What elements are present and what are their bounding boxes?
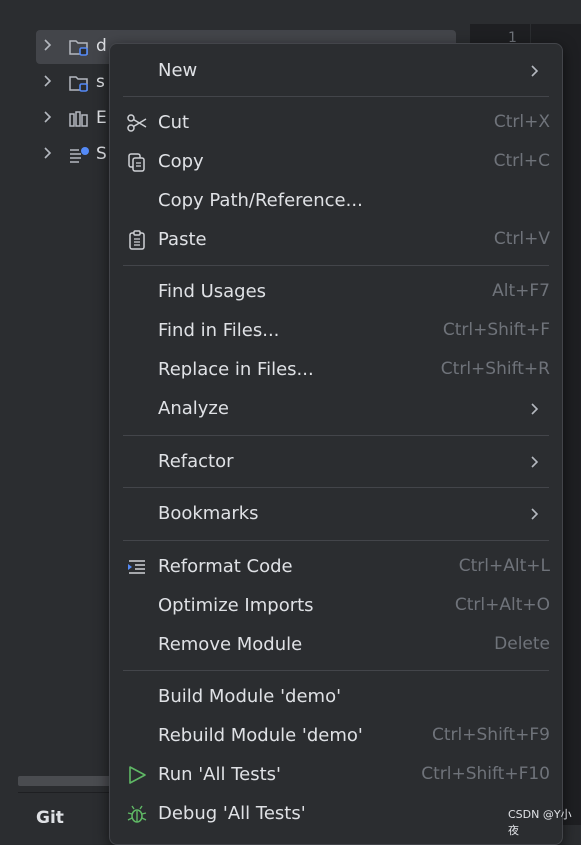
menu-separator: [123, 487, 549, 488]
menu-item-label: Cut: [158, 112, 190, 133]
menu-item-label: New: [158, 60, 198, 81]
menu-item-label: Debug 'All Tests': [158, 803, 306, 824]
menu-item-run-tests[interactable]: Run 'All Tests' Ctrl+Shift+F10: [110, 756, 562, 794]
menu-shortcut: Ctrl+X: [493, 112, 550, 132]
menu-shortcut: Delete: [494, 634, 550, 654]
menu-item-refactor[interactable]: Refactor: [110, 443, 562, 481]
left-tool-strip: [0, 0, 19, 825]
menu-separator: [123, 435, 549, 436]
chevron-right-icon: [531, 65, 539, 77]
bug-icon: [127, 805, 147, 823]
menu-separator: [123, 96, 549, 97]
menu-item-label: Paste: [158, 229, 207, 250]
menu-item-label: Refactor: [158, 451, 234, 472]
chevron-right-icon[interactable]: [41, 110, 55, 124]
menu-item-optimize-imports[interactable]: Optimize Imports Ctrl+Alt+O: [110, 587, 562, 625]
menu-item-find-usages[interactable]: Find Usages Alt+F7: [110, 273, 562, 311]
chevron-right-icon[interactable]: [41, 38, 55, 52]
menu-shortcut: Ctrl+Shift+F9: [432, 725, 550, 745]
tree-item-label: S: [96, 144, 107, 164]
menu-separator: [123, 670, 549, 671]
menu-item-build-module[interactable]: Build Module 'demo': [110, 678, 562, 716]
git-tab[interactable]: Git: [36, 808, 64, 828]
tree-item-label: d: [96, 36, 107, 56]
menu-item-label: Analyze: [158, 398, 229, 419]
menu-item-label: Reformat Code: [158, 556, 293, 577]
menu-shortcut: Ctrl+Alt+O: [454, 595, 550, 615]
menu-shortcut: Ctrl+Shift+F10: [421, 764, 550, 784]
reformat-icon: [128, 560, 145, 574]
module-folder-icon: [69, 40, 88, 56]
menu-item-label: Find Usages: [158, 281, 267, 302]
menu-item-label: Bookmarks: [158, 503, 259, 524]
menu-separator: [123, 540, 549, 541]
menu-item-label: Build Module 'demo': [158, 686, 342, 707]
chevron-right-icon[interactable]: [41, 146, 55, 160]
chevron-right-icon: [531, 456, 539, 468]
menu-item-copy[interactable]: Copy Ctrl+C: [110, 143, 562, 181]
menu-item-label: Remove Module: [158, 634, 303, 655]
copy-icon: [128, 153, 145, 172]
menu-separator: [123, 265, 549, 266]
clipboard-icon: [129, 230, 145, 250]
menu-item-label: Copy Path/Reference...: [158, 190, 363, 211]
menu-shortcut: Ctrl+Shift+R: [440, 359, 550, 379]
menu-item-reformat-code[interactable]: Reformat Code Ctrl+Alt+L: [110, 548, 562, 586]
menu-shortcut: Ctrl+C: [493, 151, 550, 171]
menu-item-label: Replace in Files...: [158, 359, 314, 380]
menu-item-find-in-files[interactable]: Find in Files... Ctrl+Shift+F: [110, 312, 562, 350]
menu-shortcut: Ctrl+V: [493, 229, 550, 249]
chevron-right-icon: [531, 508, 539, 520]
context-menu: New Cut Ctrl+X Copy Ctrl+C Copy Path/Ref…: [109, 43, 563, 845]
menu-item-copy-path[interactable]: Copy Path/Reference...: [110, 182, 562, 220]
menu-shortcut: Alt+F7: [492, 281, 550, 301]
watermark: CSDN @Y小夜: [508, 808, 572, 837]
menu-item-label: Copy: [158, 151, 204, 172]
menu-item-label: Rebuild Module 'demo': [158, 725, 363, 746]
horizontal-scrollbar[interactable]: [18, 776, 118, 786]
menu-item-remove-module[interactable]: Remove Module Delete: [110, 626, 562, 664]
library-icon: [69, 111, 88, 127]
menu-item-cut[interactable]: Cut Ctrl+X: [110, 104, 562, 142]
editor-tab-bar: [470, 0, 581, 25]
menu-item-analyze[interactable]: Analyze: [110, 390, 562, 428]
menu-item-debug-tests[interactable]: Debug 'All Tests': [110, 795, 562, 833]
chevron-right-icon[interactable]: [41, 74, 55, 88]
run-triangle-icon: [129, 766, 146, 784]
menu-item-rebuild-module[interactable]: Rebuild Module 'demo' Ctrl+Shift+F9: [110, 717, 562, 755]
menu-item-paste[interactable]: Paste Ctrl+V: [110, 221, 562, 259]
menu-item-label: Run 'All Tests': [158, 764, 281, 785]
scratches-icon: [70, 147, 89, 163]
menu-item-new[interactable]: New: [110, 52, 562, 90]
menu-item-label: Optimize Imports: [158, 595, 314, 616]
menu-item-label: Find in Files...: [158, 320, 280, 341]
menu-shortcut: Ctrl+Alt+L: [458, 556, 550, 576]
module-folder-icon: [69, 76, 88, 92]
menu-item-replace-in-files[interactable]: Replace in Files... Ctrl+Shift+R: [110, 351, 562, 389]
scissors-icon: [127, 114, 147, 132]
chevron-right-icon: [531, 403, 539, 415]
menu-item-bookmarks[interactable]: Bookmarks: [110, 495, 562, 533]
tree-item-label: E: [96, 108, 107, 128]
tree-item-label: s: [96, 72, 105, 92]
menu-shortcut: Ctrl+Shift+F: [442, 320, 550, 340]
